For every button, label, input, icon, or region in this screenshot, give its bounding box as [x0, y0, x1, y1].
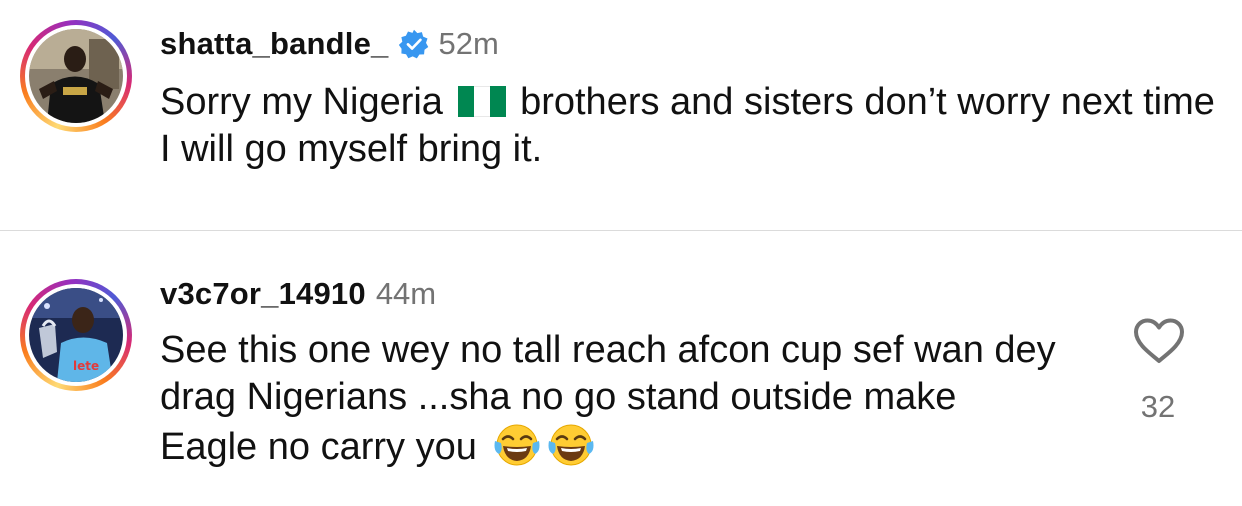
comment-text: See this one wey no tall reach afcon cup…: [160, 327, 1060, 471]
verified-badge-icon: [398, 29, 429, 59]
face-with-tears-of-joy-icon: [547, 421, 595, 469]
comment-header: v3c7or_14910 44m: [160, 274, 436, 314]
comment-item: shatta_bandle_ 52m Sorry my Nigeria brot…: [0, 0, 1242, 230]
comment-item: lete v3c7or_14910 44m See this one wey n…: [0, 231, 1242, 506]
timestamp: 52m: [438, 26, 499, 61]
comment-text-part: Sorry my Nigeria: [160, 81, 443, 123]
avatar-story-ring[interactable]: lete: [20, 279, 132, 391]
avatar[interactable]: lete: [29, 288, 123, 382]
comment-header: shatta_bandle_ 52m: [160, 24, 499, 64]
heart-outline-icon[interactable]: [1132, 317, 1186, 365]
like-count: 32: [1140, 389, 1176, 424]
face-with-tears-of-joy-icon: [493, 421, 541, 469]
avatar-story-ring[interactable]: [20, 20, 132, 132]
timestamp: 44m: [375, 276, 437, 311]
nigeria-flag-icon: [457, 82, 506, 117]
avatar[interactable]: [29, 29, 123, 123]
username[interactable]: v3c7or_14910: [160, 276, 366, 312]
comment-text: Sorry my Nigeria brothers and sisters do…: [160, 79, 1220, 173]
comment-text-part: See this one wey no tall reach afcon cup…: [160, 329, 1056, 468]
username[interactable]: shatta_bandle_: [160, 26, 389, 62]
svg-text:lete: lete: [73, 359, 99, 373]
